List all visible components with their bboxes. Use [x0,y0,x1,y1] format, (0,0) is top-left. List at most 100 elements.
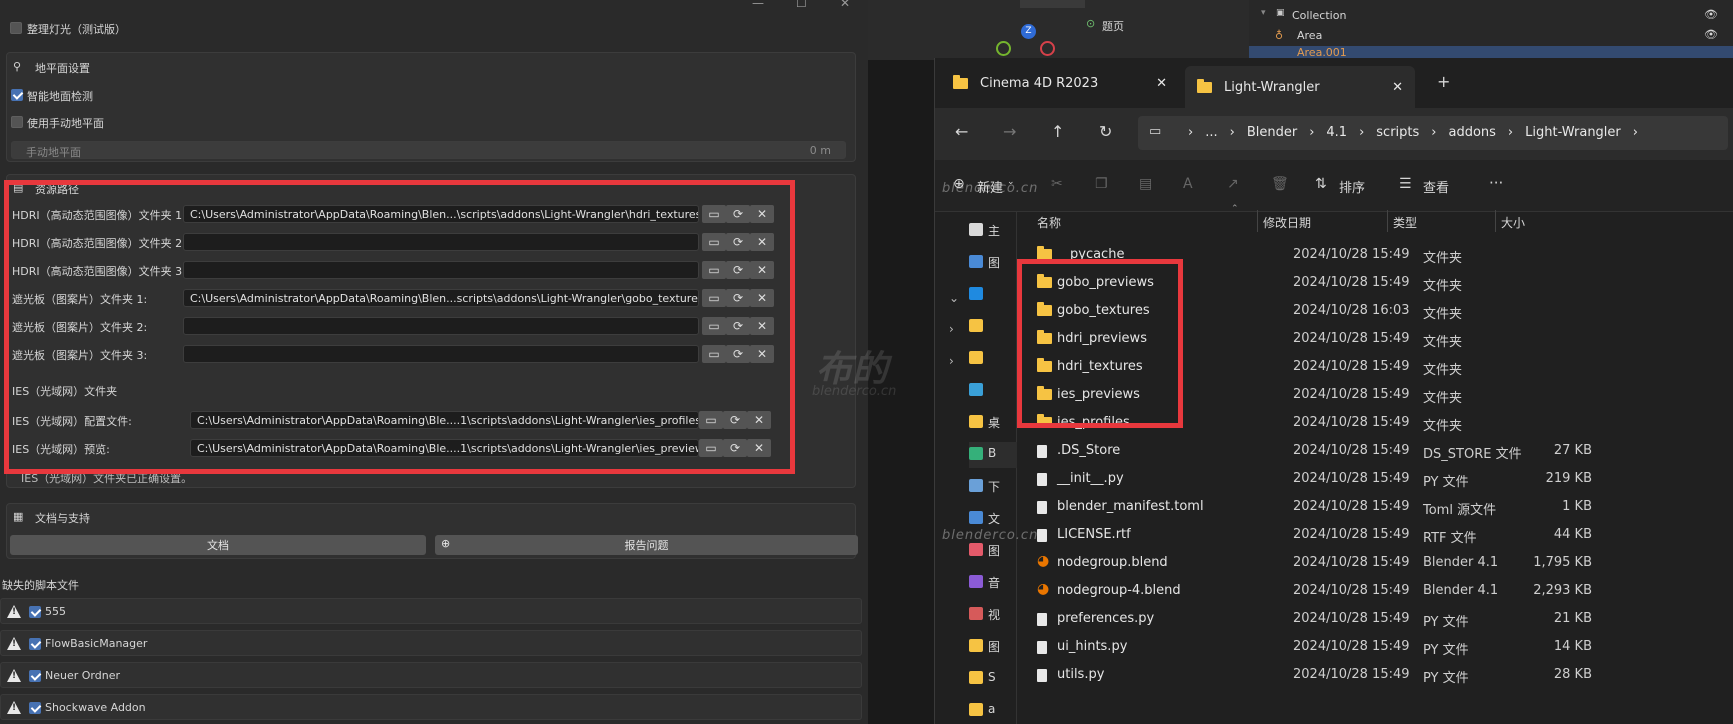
axis-x-icon[interactable] [1040,41,1055,56]
eye-icon-2[interactable]: 👁 [1704,28,1718,41]
file-row[interactable]: ◕ nodegroup-4.blend 2024/10/28 15:49 Ble… [935,576,1733,604]
manual-ground-field[interactable]: 手动地平面 0 m [11,141,846,159]
file-type: PY 文件 [1423,475,1469,490]
collapse-icon[interactable]: ▾ [1261,8,1266,18]
close-icon[interactable]: ✕ [840,0,850,10]
missing-script-row[interactable]: Neuer Ordner [0,662,862,688]
report-issue-button[interactable]: ⊕ 报告问题 [435,535,858,555]
cut-icon[interactable]: ✂ [1051,176,1063,192]
file-size: 21 KB [1553,611,1592,626]
breadcrumb-item[interactable]: addons [1448,125,1495,140]
up-icon[interactable]: ↑ [1051,122,1064,141]
refresh-icon[interactable]: ↻ [1099,122,1112,141]
share-icon[interactable]: ↗ [1227,176,1239,192]
rename-icon[interactable]: A [1183,176,1193,192]
minimize-icon[interactable]: — [752,0,764,10]
sort-button[interactable]: 排序 [1339,177,1365,196]
missing-script-name: Neuer Ordner [45,669,120,682]
maximize-icon[interactable]: ☐ [796,0,807,10]
globe-icon: ⊕ [441,537,451,550]
file-name: blender_manifest.toml [1057,499,1204,514]
manual-ground-field-value: 0 m [809,144,831,157]
file-type: DS_STORE 文件 [1423,447,1522,462]
missing-script-name: Shockwave Addon [45,701,146,714]
missing-script-checkbox[interactable] [29,606,41,618]
breadcrumb-chevron-icon: › [1359,125,1365,140]
col-size[interactable]: 大小 [1501,214,1525,231]
eye-icon[interactable]: 👁 [1704,8,1718,21]
manual-ground-checkbox[interactable] [11,116,23,128]
outliner: ▾ ▣ Collection ♁ Area 👁 👁 Area.001 [1249,0,1733,60]
file-icon [1037,473,1047,486]
file-type: 文件夹 [1423,307,1463,322]
axis-z-icon[interactable]: Z [1021,24,1036,39]
file-row[interactable]: LICENSE.rtf 2024/10/28 15:49 RTF 文件 44 K… [935,520,1733,548]
file-row[interactable]: ui_hints.py 2024/10/28 15:49 PY 文件 14 KB [935,632,1733,660]
overlay-toggle-icon[interactable]: ⊙ [1086,17,1095,30]
file-date: 2024/10/28 15:49 [1293,359,1410,374]
paste-icon[interactable]: ▤ [1139,176,1152,192]
missing-script-checkbox[interactable] [29,638,41,650]
file-type: PY 文件 [1423,671,1469,686]
file-type: 文件夹 [1423,363,1463,378]
watermark-url-2: blenderco.cn [942,528,1039,543]
back-icon[interactable]: ← [955,122,968,141]
file-row[interactable]: utils.py 2024/10/28 15:49 PY 文件 28 KB [935,660,1733,688]
area-label[interactable]: Area [1297,29,1322,42]
breadcrumb-item[interactable]: Blender [1247,125,1297,140]
file-row[interactable]: __init__.py 2024/10/28 15:49 PY 文件 219 K… [935,464,1733,492]
file-name: nodegroup.blend [1057,555,1168,570]
blender-icon: ◕ [1037,553,1050,569]
warning-icon [7,637,21,650]
axis-y-icon[interactable] [996,41,1011,56]
collection-label[interactable]: Collection [1292,9,1346,22]
tab-light-wrangler[interactable]: Light-Wrangler ✕ [1185,66,1415,108]
file-row[interactable]: preferences.py 2024/10/28 15:49 PY 文件 21… [935,604,1733,632]
file-row[interactable]: ◕ nodegroup.blend 2024/10/28 15:49 Blend… [935,548,1733,576]
missing-script-row[interactable]: 555 [0,598,862,624]
close-tab-icon[interactable]: ✕ [1156,76,1167,91]
col-date[interactable]: 修改日期 [1263,214,1311,231]
ground-panel: ⚲ 地平面设置 智能地面检测 使用手动地平面 手动地平面 0 m [6,52,856,162]
breadcrumb-item[interactable]: ... [1205,125,1217,140]
breadcrumb-item[interactable]: scripts [1376,125,1419,140]
view-button[interactable]: 查看 [1423,177,1449,196]
missing-script-checkbox[interactable] [29,670,41,682]
organize-lights-checkbox[interactable] [10,22,22,34]
col-name[interactable]: 名称 [1037,214,1061,231]
forward-icon[interactable]: → [1003,122,1016,141]
sort-icon[interactable]: ⇅ [1315,176,1327,192]
close-tab-icon[interactable]: ✕ [1392,80,1403,95]
missing-script-checkbox[interactable] [29,702,41,714]
file-icon [1037,501,1047,514]
file-date: 2024/10/28 15:49 [1293,471,1410,486]
light-icon: ♁ [1275,29,1284,42]
organize-lights-label: 整理灯光（测试版） [27,23,126,36]
view-icon[interactable]: ☰ [1399,176,1412,192]
breadcrumb-item[interactable]: 4.1 [1326,125,1347,140]
file-date: 2024/10/28 15:49 [1293,415,1410,430]
file-name: .DS_Store [1057,443,1121,458]
missing-script-row[interactable]: FlowBasicManager [0,630,862,656]
file-icon [1037,641,1047,654]
column-headers: ⌃ 名称 修改日期 类型 大小 [1017,204,1733,234]
missing-script-row[interactable]: Shockwave Addon [0,694,862,720]
new-tab-icon[interactable]: + [1437,72,1450,91]
col-type[interactable]: 类型 [1393,214,1417,231]
docs-title: 文档与支持 [35,512,90,525]
file-row[interactable]: blender_manifest.toml 2024/10/28 15:49 T… [935,492,1733,520]
more-button[interactable]: ··· [1489,174,1503,192]
address-row: ← → ↑ ↻ ▭ ›... › Blender › 4.1 › scripts › addon… [935,108,1733,160]
smart-ground-checkbox[interactable] [11,89,23,101]
delete-icon[interactable]: 🗑 [1271,176,1289,192]
breadcrumb-item[interactable]: Light-Wrangler [1525,125,1621,140]
docs-button[interactable]: 文档 [10,535,426,555]
viewport-header: Z ⊙ 题页 ▾ ▣ Collection ♁ Area 👁 👁 Area.00… [868,0,1733,60]
tab-cinema4d[interactable]: Cinema 4D R2023 ✕ [941,66,1179,100]
file-type: 文件夹 [1423,419,1463,434]
breadcrumb[interactable]: ▭ ›... › Blender › 4.1 › scripts › addons › Light-… [1138,116,1728,150]
file-row[interactable]: .DS_Store 2024/10/28 15:49 DS_STORE 文件 2… [935,436,1733,464]
tab-cinema4d-label: Cinema 4D R2023 [980,75,1099,91]
file-size: 14 KB [1553,639,1592,654]
copy-icon[interactable]: ❐ [1095,176,1108,192]
